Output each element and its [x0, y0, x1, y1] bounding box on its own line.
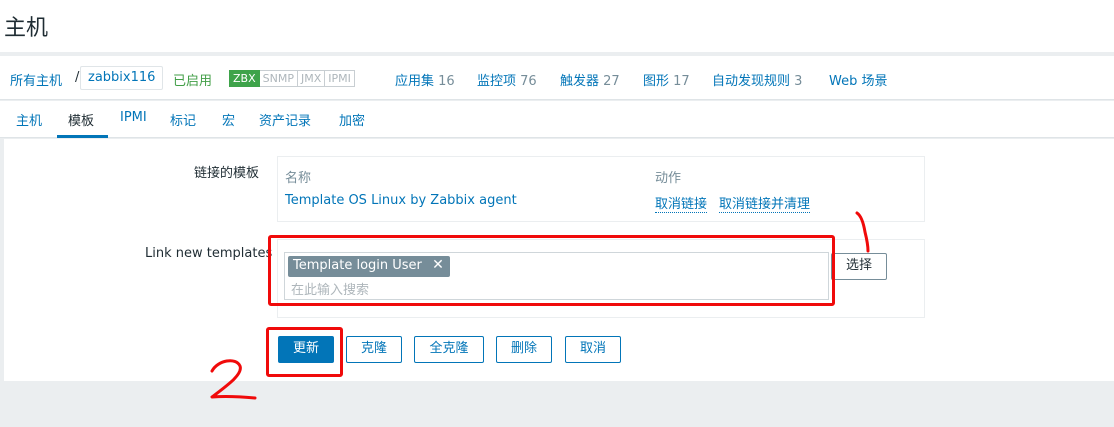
annotation-number-two — [210, 359, 257, 400]
annotation-number-one — [855, 211, 870, 253]
annotation-numbers — [210, 211, 870, 400]
